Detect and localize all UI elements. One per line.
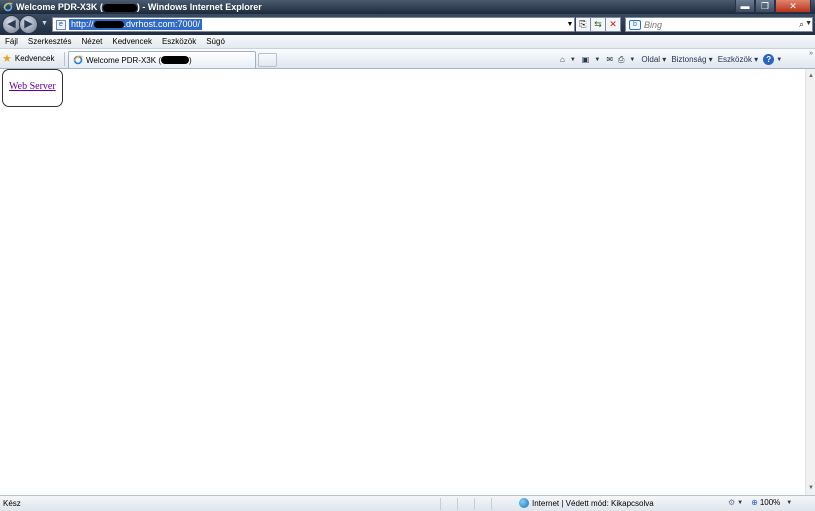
- bing-icon: b: [629, 19, 641, 30]
- window-controls: ▬ ❐ ✕: [735, 0, 811, 13]
- url-text[interactable]: http:// .dvrhost.com:7000/: [69, 19, 203, 30]
- menu-view[interactable]: Nézet: [76, 37, 107, 46]
- print-dropdown-icon[interactable]: ▼: [629, 57, 635, 63]
- history-dropdown-icon[interactable]: ▼: [41, 20, 48, 27]
- command-tools: ⌂ ▼ ▣ ▼ ✉ ⎙ ▼ Oldal ▾ Biztonság ▾ Eszköz…: [560, 53, 788, 66]
- menu-bar: Fájl Szerkesztés Nézet Kedvencek Eszközö…: [0, 35, 815, 49]
- redacted-block: [93, 21, 124, 28]
- feeds-icon[interactable]: ▣: [582, 55, 590, 64]
- menu-tools[interactable]: Eszközök: [157, 37, 201, 46]
- address-bar[interactable]: e http:// .dvrhost.com:7000/: [52, 17, 575, 32]
- stop-icon[interactable]: ✕: [606, 17, 621, 32]
- help-dropdown-icon[interactable]: ▼: [776, 57, 782, 63]
- status-panel: [440, 498, 457, 510]
- web-server-box: Web Server: [2, 69, 63, 107]
- page-content: Web Server: [0, 69, 805, 495]
- minimize-button[interactable]: ▬: [735, 0, 755, 13]
- status-panel: [457, 498, 474, 510]
- safety-menu-label: Biztonság: [671, 55, 707, 64]
- status-text: Kész: [3, 499, 21, 508]
- menu-file[interactable]: Fájl: [0, 37, 23, 46]
- search-input[interactable]: [644, 19, 794, 30]
- search-dropdown-icon[interactable]: ▼: [805, 20, 812, 27]
- globe-icon: [519, 498, 529, 508]
- favorites-button[interactable]: ★ Kedvencek: [2, 52, 54, 65]
- zoom-dropdown-icon[interactable]: ▼: [786, 500, 792, 506]
- vertical-scrollbar[interactable]: ▲ ▼: [805, 69, 815, 495]
- forward-arrow-icon: ▶: [24, 18, 33, 30]
- zoom-icon[interactable]: ⊕: [751, 498, 758, 507]
- ie-page-icon: [73, 55, 83, 65]
- ie-logo-icon: [3, 2, 13, 12]
- favorites-label: Kedvencek: [14, 54, 55, 63]
- security-zone[interactable]: Internet | Védett mód: Kikapcsolva: [519, 498, 654, 508]
- search-box[interactable]: b ⌕ ▼: [625, 17, 813, 32]
- status-panels: [440, 498, 508, 510]
- search-icon[interactable]: ⌕: [799, 19, 804, 30]
- scroll-up-icon[interactable]: ▲: [806, 71, 815, 81]
- command-bar: ★ Kedvencek Welcome PDR-X3K () ⌂ ▼ ▣ ▼ ✉…: [0, 49, 815, 69]
- zoom-level[interactable]: 100%: [760, 498, 780, 507]
- home-icon[interactable]: ⌂: [560, 55, 565, 64]
- window-title: Welcome PDR-X3K ( ) - Windows Internet Ex…: [16, 2, 262, 12]
- divider: [64, 52, 65, 66]
- redacted-block: [160, 56, 189, 64]
- star-icon: ★: [2, 53, 12, 65]
- tools-menu-label: Eszközök: [717, 55, 752, 64]
- menu-edit[interactable]: Szerkesztés: [23, 37, 77, 46]
- window-title-prefix: Welcome PDR-X3K (: [16, 2, 103, 12]
- chevron-right-icon[interactable]: »: [809, 50, 813, 57]
- web-server-link[interactable]: Web Server: [9, 81, 56, 92]
- address-dropdown-icon[interactable]: ▼: [565, 17, 575, 32]
- compatibility-view-icon[interactable]: ⎘: [576, 17, 591, 32]
- forward-button[interactable]: ▶: [19, 15, 38, 34]
- status-panel: [474, 498, 491, 510]
- tab-title-suffix: ): [188, 55, 192, 65]
- redacted-block: [102, 3, 137, 12]
- title-bar: Welcome PDR-X3K ( ) - Windows Internet Ex…: [0, 0, 815, 14]
- menu-favorites[interactable]: Kedvencek: [107, 37, 157, 46]
- browser-window: Welcome PDR-X3K ( ) - Windows Internet Ex…: [0, 0, 815, 511]
- tab-current[interactable]: Welcome PDR-X3K (): [68, 51, 256, 68]
- maximize-button[interactable]: ❐: [755, 0, 775, 13]
- popup-blocker-icon[interactable]: ⚙: [728, 498, 735, 507]
- window-title-suffix: ) - Windows Internet Explorer: [136, 2, 262, 12]
- popup-dropdown-icon[interactable]: ▼: [737, 500, 743, 506]
- feeds-dropdown-icon[interactable]: ▼: [594, 57, 600, 63]
- url-suffix: .dvrhost.com:7000/: [123, 19, 201, 29]
- tab-title-prefix: Welcome PDR-X3K (: [86, 55, 161, 65]
- page-icon: e: [56, 19, 66, 30]
- help-icon[interactable]: ?: [763, 54, 775, 65]
- zoom-area: ⚙ ▼ ⊕ 100% ▼: [728, 498, 792, 507]
- address-row: ◀ ▶ ▼ e http:// .dvrhost.com:7000/ ▼ ⎘ ⇆ …: [0, 14, 815, 35]
- refresh-icon[interactable]: ⇆: [591, 17, 606, 32]
- scroll-down-icon[interactable]: ▼: [806, 483, 815, 493]
- address-tools: ⎘ ⇆ ✕: [576, 17, 621, 32]
- menu-help[interactable]: Súgó: [201, 37, 230, 46]
- zone-text: Internet | Védett mód: Kikapcsolva: [532, 498, 654, 508]
- page-menu[interactable]: Oldal ▾: [641, 55, 666, 64]
- page-menu-label: Oldal: [641, 55, 661, 64]
- close-button[interactable]: ✕: [775, 0, 811, 13]
- safety-menu[interactable]: Biztonság ▾: [671, 55, 712, 64]
- new-tab-button[interactable]: [258, 53, 277, 67]
- status-panel: [491, 498, 508, 510]
- home-dropdown-icon[interactable]: ▼: [570, 57, 576, 63]
- tools-menu[interactable]: Eszközök ▾: [718, 55, 758, 64]
- back-arrow-icon: ◀: [7, 18, 16, 30]
- status-bar: Kész Internet | Védett mód: Kikapcsolva …: [0, 495, 815, 511]
- mail-icon[interactable]: ✉: [606, 55, 613, 64]
- url-prefix: http://: [71, 19, 94, 29]
- print-icon[interactable]: ⎙: [618, 55, 624, 65]
